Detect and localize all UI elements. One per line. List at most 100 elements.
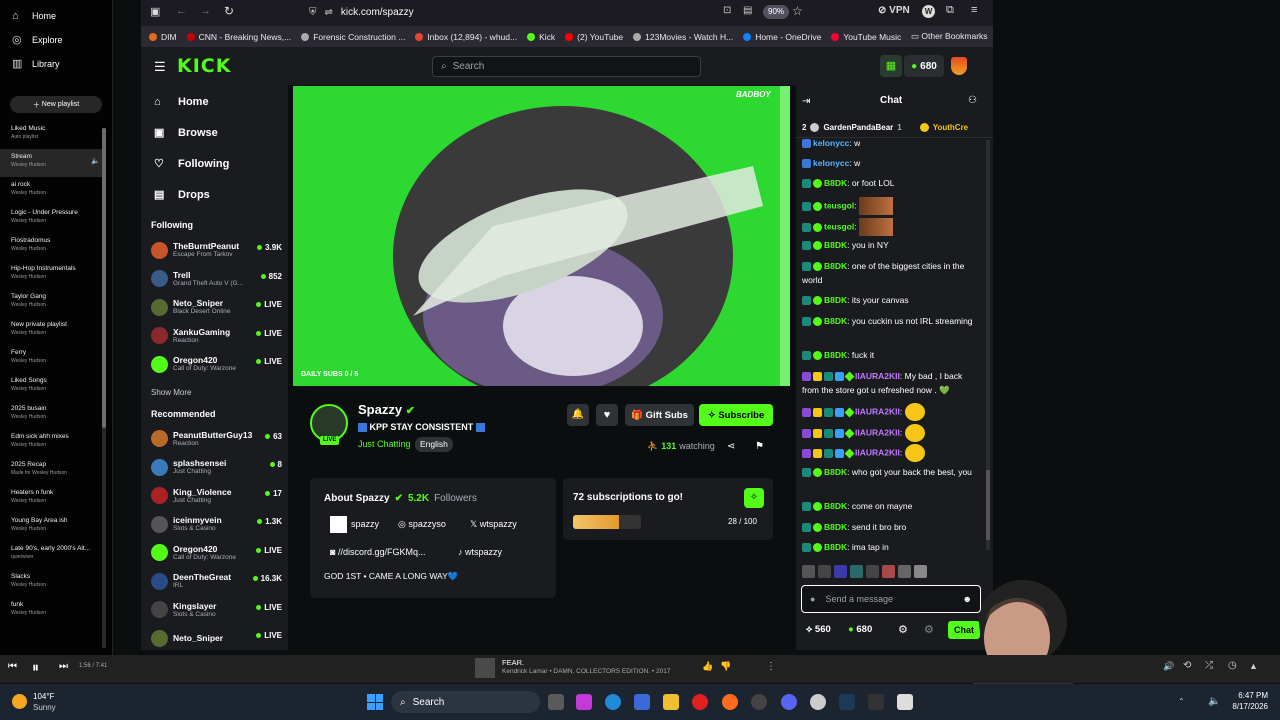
playlist-item[interactable]: Late 90's, early 2000's Alt... quietwiser bbox=[0, 541, 112, 569]
channel-item[interactable]: Neto_Sniper LIVE bbox=[141, 624, 288, 653]
edge-icon[interactable] bbox=[605, 694, 621, 710]
playlist-item[interactable]: Edm sick ahh mixes Wesley Hudson bbox=[0, 429, 112, 457]
chat-username[interactable]: teusgol bbox=[824, 200, 854, 210]
pause-icon[interactable]: ⏸ bbox=[32, 659, 39, 676]
miniplayer-icon[interactable]: ◷ bbox=[1228, 660, 1237, 671]
chat-username[interactable]: B8DK bbox=[824, 178, 847, 188]
file-explorer-icon[interactable] bbox=[663, 694, 679, 710]
share-icon[interactable]: ⋖ bbox=[727, 441, 735, 452]
emote[interactable] bbox=[850, 565, 863, 578]
tray-chevron-icon[interactable]: ⌃ bbox=[1178, 697, 1185, 706]
chat-username[interactable]: B8DK bbox=[824, 261, 847, 271]
channel-item[interactable]: TheBurntPeanut Escape From Tarkov 3.9K bbox=[141, 236, 288, 265]
playlist-item[interactable]: Young Bay Area ish Wesley Hudson bbox=[0, 513, 112, 541]
playlist-item[interactable]: New private playlist Wesley Hudson bbox=[0, 317, 112, 345]
obs-icon[interactable] bbox=[751, 694, 767, 710]
kick-search-input[interactable]: ⌕ Search bbox=[432, 56, 701, 77]
category-link[interactable]: Just Chatting bbox=[358, 439, 411, 449]
settings-gear-icon[interactable]: ⚙ bbox=[898, 623, 908, 636]
weather-sun-icon[interactable] bbox=[12, 694, 27, 709]
discord-app-icon[interactable] bbox=[781, 694, 797, 710]
follow-heart-icon[interactable]: ♥ bbox=[596, 404, 618, 426]
social-link-tiktok[interactable]: ♪ wtspazzy bbox=[458, 547, 502, 557]
channel-item[interactable]: Oregon420 Call of Duty: Warzone LIVE bbox=[141, 539, 288, 568]
bookmark-item[interactable]: Forensic Construction ... bbox=[301, 32, 405, 42]
avatar[interactable] bbox=[951, 57, 967, 75]
streamer-mode-icon[interactable]: ▦ bbox=[880, 55, 902, 77]
taskbar-search[interactable]: ⌕ Search bbox=[391, 691, 540, 713]
weather-temp[interactable]: 104°F bbox=[33, 692, 54, 701]
chat-username[interactable]: B8DK bbox=[824, 316, 847, 326]
task-view-icon[interactable] bbox=[548, 694, 564, 710]
sidebar-toggle-icon[interactable]: ▣ bbox=[150, 5, 160, 18]
chat-username[interactable]: B8DK bbox=[824, 350, 847, 360]
store-icon[interactable] bbox=[634, 694, 650, 710]
scrollbar[interactable] bbox=[102, 128, 106, 648]
playlist-item[interactable]: Flostradomus Wesley Hudson bbox=[0, 233, 112, 261]
emote[interactable] bbox=[818, 565, 831, 578]
shuffle-icon[interactable]: ⤮ bbox=[1205, 660, 1213, 671]
menu-icon[interactable]: ≡ bbox=[971, 4, 977, 16]
firefox-icon[interactable] bbox=[722, 694, 738, 710]
url-bar[interactable]: ⛨ ⇌ kick.com/spazzy bbox=[305, 3, 815, 22]
channel-item[interactable]: PeanutButterGuy13 Reaction 63 bbox=[141, 425, 288, 454]
playlist-item[interactable]: Logic - Under Pressure Wesley Hudson bbox=[0, 205, 112, 233]
song-title[interactable]: FEAR. bbox=[502, 658, 524, 667]
more-icon[interactable]: ⋮ bbox=[766, 661, 776, 672]
screenshot-icon[interactable]: ⊡ bbox=[723, 5, 731, 16]
extensions-icon[interactable]: ⧉ bbox=[946, 4, 954, 17]
account-icon[interactable]: W bbox=[922, 5, 935, 18]
channel-item[interactable]: Kingslayer Slots & Casino LIVE bbox=[141, 596, 288, 625]
ytm-nav-library[interactable]: ▥ Library bbox=[0, 52, 112, 76]
channel-item[interactable]: Trell Grand Theft Auto V (G... 852 bbox=[141, 265, 288, 294]
emote[interactable] bbox=[882, 565, 895, 578]
chat-username[interactable]: B8DK bbox=[824, 240, 847, 250]
playlist-item[interactable]: 2025 busain Wesley Hudson bbox=[0, 401, 112, 429]
bookmark-item[interactable]: Home - OneDrive bbox=[743, 32, 821, 42]
settings-app-icon[interactable] bbox=[810, 694, 826, 710]
bookmark-item[interactable]: 123Movies - Watch H... bbox=[633, 32, 733, 42]
playlist-item[interactable]: Liked Songs Wesley Hudson bbox=[0, 373, 112, 401]
streamer-name[interactable]: Spazzy ✔ bbox=[358, 402, 415, 417]
bookmark-item[interactable]: (2) YouTube bbox=[565, 32, 623, 42]
channel-item[interactable]: XankuGaming Reaction LIVE bbox=[141, 322, 288, 351]
ytm-nav-home[interactable]: ⌂ Home bbox=[0, 4, 112, 28]
emote[interactable] bbox=[866, 565, 879, 578]
chat-scrollbar[interactable] bbox=[986, 140, 990, 550]
bookmark-item[interactable]: CNN - Breaking News,... bbox=[186, 32, 291, 42]
channel-points[interactable]: ⟡ 560 bbox=[806, 624, 831, 635]
channel-item[interactable]: King_Violence Just Chatting 17 bbox=[141, 482, 288, 511]
playlist-item[interactable]: Hip-Hop Instrumentals Wesley Hudson bbox=[0, 261, 112, 289]
chat-username[interactable]: B8DK bbox=[824, 295, 847, 305]
bell-icon[interactable]: 🔔 bbox=[567, 404, 589, 426]
chat-username[interactable]: B8DK bbox=[824, 542, 847, 552]
channel-item[interactable]: splashsensei Just Chatting 8 bbox=[141, 453, 288, 482]
playlist-item[interactable]: Liked Music Auto playlist bbox=[0, 121, 112, 149]
playlist-item[interactable]: 2025 Recap Made for Wesley Hudson bbox=[0, 457, 112, 485]
chat-username[interactable]: B8DK bbox=[824, 467, 847, 477]
channel-item[interactable]: Neto_Sniper Black Desert Online LIVE bbox=[141, 293, 288, 322]
speaker-icon[interactable]: 🔈 bbox=[1208, 696, 1220, 707]
star-icon[interactable]: ☆ bbox=[792, 4, 803, 18]
playlist-item[interactable]: ai rock Wesley Hudson bbox=[0, 177, 112, 205]
chat-username[interactable]: teusgol bbox=[824, 221, 854, 231]
chat-username[interactable]: B8DK bbox=[824, 501, 847, 511]
forward-icon[interactable]: → bbox=[200, 5, 211, 17]
chat-username[interactable]: IIAURA2KII bbox=[855, 371, 900, 381]
top-gifter[interactable]: 2 GardenPandaBear 1 YouthCre bbox=[802, 123, 968, 132]
next-icon[interactable]: ⏭ bbox=[59, 661, 68, 672]
bookmark-item[interactable]: DIM bbox=[149, 32, 177, 42]
chat-username[interactable]: kelonycc bbox=[813, 158, 849, 168]
youtube-music-app-icon[interactable] bbox=[692, 694, 708, 710]
weather-desc[interactable]: Sunny bbox=[33, 703, 56, 712]
channel-item[interactable]: DeenTheGreat IRL 16.3K bbox=[141, 567, 288, 596]
playlist-item[interactable]: Taylor Gang Wesley Hudson bbox=[0, 289, 112, 317]
chat-users-icon[interactable]: ⚇ bbox=[968, 95, 977, 106]
playlist-item[interactable]: Ferry Wesley Hudson bbox=[0, 345, 112, 373]
album-art[interactable] bbox=[475, 658, 495, 678]
zoom-badge[interactable]: 90% bbox=[763, 5, 790, 19]
bookmark-item[interactable]: Kick bbox=[527, 32, 555, 42]
chat-username[interactable]: kelonycc bbox=[813, 138, 849, 148]
subscribe-button[interactable]: ✧ Subscribe bbox=[699, 404, 773, 426]
kick-logo[interactable]: KICK bbox=[177, 55, 231, 77]
